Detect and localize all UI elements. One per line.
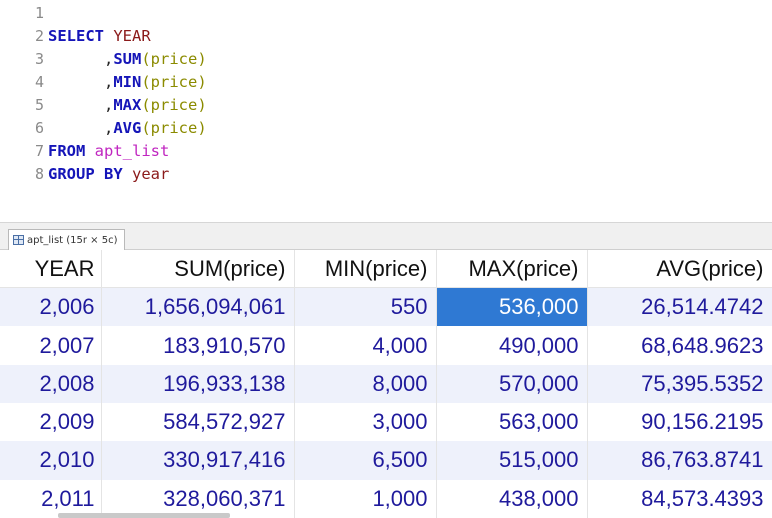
- code-token: MAX: [113, 96, 142, 114]
- table-cell[interactable]: 515,000: [436, 441, 588, 480]
- code-token: ,: [48, 119, 114, 137]
- sql-editor[interactable]: 1 2 SELECT YEAR 3 ,SUM(price) 4 ,MIN(price) 5…: [0, 0, 772, 223]
- code-token: AVG: [113, 119, 142, 137]
- code-token: (price): [141, 119, 207, 137]
- table-cell[interactable]: 84,573.4393: [587, 479, 772, 518]
- table-cell[interactable]: 563,000: [436, 403, 588, 442]
- code-line[interactable]: 4 ,MIN(price): [0, 71, 207, 94]
- table-cell[interactable]: 3,000: [294, 403, 437, 442]
- code-line[interactable]: 6 ,AVG(price): [0, 117, 207, 140]
- result-tab-label: apt_list (15r × 5c): [27, 234, 118, 246]
- code-token: GROUP BY: [48, 165, 132, 183]
- table-cell[interactable]: 196,933,138: [101, 364, 295, 403]
- table-cell[interactable]: 26,514.4742: [587, 287, 772, 327]
- code-token: (price): [141, 73, 207, 91]
- code-token: MIN: [113, 73, 142, 91]
- table-cell[interactable]: 2,007: [0, 326, 102, 365]
- table-cell[interactable]: 1,000: [294, 479, 437, 518]
- code-line[interactable]: 8 GROUP BY year: [0, 163, 169, 186]
- code-token: YEAR: [113, 27, 151, 45]
- table-cell[interactable]: 584,572,927: [101, 403, 295, 442]
- table-row[interactable]: 2,009 584,572,927 3,000 563,000 90,156.2195: [0, 403, 772, 442]
- table-row[interactable]: 2,007 183,910,570 4,000 490,000 68,648.9623: [0, 326, 772, 365]
- result-tab[interactable]: apt_list (15r × 5c): [8, 229, 125, 250]
- column-header[interactable]: YEAR: [0, 250, 102, 288]
- code-line[interactable]: 3 ,SUM(price): [0, 48, 207, 71]
- table-row[interactable]: 2,008 196,933,138 8,000 570,000 75,395.5352: [0, 364, 772, 403]
- code-token: FROM: [48, 142, 95, 160]
- table-cell[interactable]: 570,000: [436, 364, 588, 403]
- grid-icon: [13, 235, 24, 245]
- table-row[interactable]: 2,006 1,656,094,061 550 536,000 26,514.4742: [0, 287, 772, 327]
- code-line[interactable]: 2 SELECT YEAR: [0, 25, 151, 48]
- table-cell[interactable]: 2,006: [0, 287, 102, 327]
- table-cell[interactable]: 6,500: [294, 441, 437, 480]
- line-number: 5: [34, 96, 44, 114]
- column-header[interactable]: SUM(price): [101, 250, 295, 288]
- line-number: 7: [34, 142, 44, 160]
- code-line[interactable]: 5 ,MAX(price): [0, 94, 207, 117]
- table-cell[interactable]: 75,395.5352: [587, 364, 772, 403]
- table-cell[interactable]: 2,010: [0, 441, 102, 480]
- table-cell[interactable]: 86,763.8741: [587, 441, 772, 480]
- code-token: SELECT: [48, 27, 114, 45]
- code-token: ,: [48, 50, 114, 68]
- result-tab-strip: apt_list (15r × 5c): [0, 223, 772, 250]
- line-number: 2: [34, 27, 44, 45]
- table-row[interactable]: 2,010 330,917,416 6,500 515,000 86,763.8741: [0, 441, 772, 480]
- code-line[interactable]: 7 FROM apt_list: [0, 140, 169, 163]
- table-cell[interactable]: 90,156.2195: [587, 403, 772, 442]
- code-token: ,: [48, 73, 114, 91]
- line-number: 6: [34, 119, 44, 137]
- horizontal-scrollbar[interactable]: [58, 513, 230, 518]
- result-grid[interactable]: YEAR SUM(price) MIN(price) MAX(price) AV…: [0, 250, 772, 518]
- table-cell[interactable]: 2,009: [0, 403, 102, 442]
- code-token: (price): [141, 50, 207, 68]
- table-cell[interactable]: 536,000: [436, 287, 588, 327]
- table-cell[interactable]: 438,000: [436, 479, 588, 518]
- code-token: apt_list: [94, 142, 170, 160]
- table-cell[interactable]: 2,008: [0, 364, 102, 403]
- code-token: ,: [48, 96, 114, 114]
- table-cell[interactable]: 330,917,416: [101, 441, 295, 480]
- code-token: (price): [141, 96, 207, 114]
- table-cell[interactable]: 68,648.9623: [587, 326, 772, 365]
- column-header[interactable]: AVG(price): [587, 250, 772, 288]
- line-number: 1: [34, 4, 44, 22]
- line-number: 4: [34, 73, 44, 91]
- column-header[interactable]: MIN(price): [294, 250, 437, 288]
- code-token: year: [132, 165, 170, 183]
- table-cell[interactable]: 4,000: [294, 326, 437, 365]
- grid-header-row: YEAR SUM(price) MIN(price) MAX(price) AV…: [0, 250, 772, 288]
- code-token: SUM: [113, 50, 142, 68]
- table-cell[interactable]: 550: [294, 287, 437, 327]
- table-cell[interactable]: 8,000: [294, 364, 437, 403]
- line-number: 8: [34, 165, 44, 183]
- table-cell[interactable]: 1,656,094,061: [101, 287, 295, 327]
- code-line[interactable]: 1: [0, 2, 48, 25]
- column-header[interactable]: MAX(price): [436, 250, 588, 288]
- table-cell[interactable]: 183,910,570: [101, 326, 295, 365]
- table-cell[interactable]: 490,000: [436, 326, 588, 365]
- line-number: 3: [34, 50, 44, 68]
